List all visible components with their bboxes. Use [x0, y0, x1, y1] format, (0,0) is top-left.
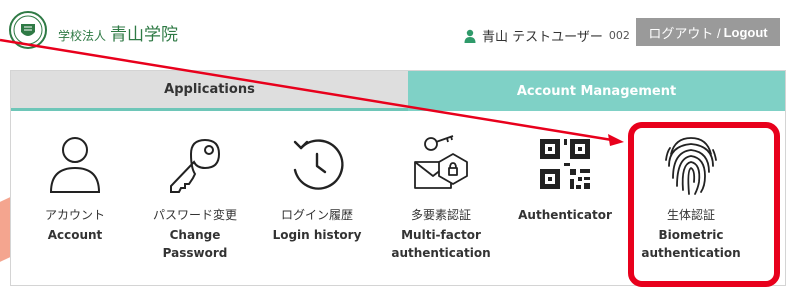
school-logo-icon [9, 11, 47, 49]
authenticator-item[interactable]: Authenticator [510, 132, 620, 224]
change-password-item[interactable]: パスワード変更 Change Password [140, 132, 250, 262]
change-password-label-jp: パスワード変更 [152, 208, 237, 222]
user-id: 002 [608, 29, 630, 42]
school-name: 学校法人 青山学院 [58, 20, 178, 45]
user-name: 青山 テストユーザー [482, 30, 603, 45]
user-icon [464, 29, 476, 43]
history-icon [285, 132, 349, 196]
tab-account-management[interactable]: Account Management [408, 71, 785, 111]
account-label-jp: アカウント [44, 208, 105, 222]
header: 学校法人 青山学院 青山 テストユーザー 002 ログアウト / Logout [0, 0, 790, 70]
qr-code-icon [533, 132, 597, 196]
multi-factor-item[interactable]: 多要素認証 Multi-factor authentication [386, 132, 496, 262]
user-info: 青山 テストユーザー 002 [464, 26, 630, 45]
change-password-label-en: Change Password [162, 228, 228, 260]
logout-button[interactable]: ログアウト / Logout [636, 18, 780, 46]
multi-factor-label-en: Multi-factor authentication [391, 228, 491, 260]
login-history-item[interactable]: ログイン履歴 Login history [262, 132, 372, 244]
logout-label-en: Logout [723, 24, 768, 40]
account-icon [43, 132, 107, 196]
login-history-label-jp: ログイン履歴 [280, 208, 353, 222]
school-name-label: 青山学院 [110, 25, 179, 45]
key-icon [163, 132, 227, 196]
login-history-label-en: Login history [272, 228, 362, 242]
authenticator-label-en: Authenticator [518, 208, 612, 222]
account-item[interactable]: アカウント Account [20, 132, 130, 244]
logout-label-jp: ログアウト / [648, 25, 721, 41]
tab-bar: Applications Account Management [11, 71, 785, 111]
highlight-box [628, 122, 780, 287]
multi-factor-label-jp: 多要素認証 [410, 208, 471, 222]
tab-applications[interactable]: Applications [11, 71, 408, 111]
mfa-icon [409, 132, 473, 196]
school-type-label: 学校法人 [58, 29, 107, 43]
account-label-en: Account [47, 228, 103, 242]
